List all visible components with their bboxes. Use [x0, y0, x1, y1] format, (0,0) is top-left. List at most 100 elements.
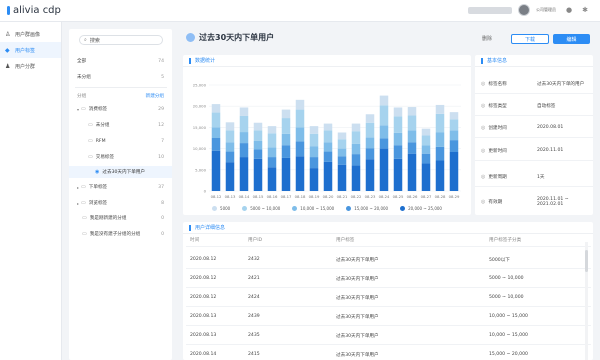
bar-segment[interactable] — [435, 113, 445, 133]
bar-segment[interactable] — [351, 123, 361, 132]
tree-node[interactable]: ▸ ▭ 浏览标签 8 — [69, 197, 172, 209]
bar-segment[interactable] — [351, 131, 361, 144]
bar-segment[interactable] — [351, 154, 361, 166]
bar-segment[interactable] — [281, 109, 291, 119]
bar-segment[interactable] — [393, 116, 403, 133]
bar-segment[interactable] — [295, 127, 305, 142]
column-header[interactable]: 用户标签 — [336, 237, 354, 243]
bar-segment[interactable] — [407, 142, 417, 154]
sidebar-item-user-groups[interactable]: ♟ 用户分群 — [0, 58, 61, 74]
bar-segment[interactable] — [393, 158, 403, 191]
bar-segment[interactable] — [407, 153, 417, 191]
bar-segment[interactable] — [421, 145, 431, 154]
bar-segment[interactable] — [351, 165, 361, 191]
settings-icon[interactable]: ✱ — [580, 5, 590, 15]
column-header[interactable]: 时间 — [190, 237, 199, 243]
bar-segment[interactable] — [379, 148, 389, 191]
bar-segment[interactable] — [393, 132, 403, 146]
bar-segment[interactable] — [211, 127, 221, 138]
bar-segment[interactable] — [281, 157, 291, 191]
tree-node[interactable]: ▭ 未分组 12 — [69, 119, 172, 131]
bar-segment[interactable] — [449, 151, 459, 191]
bar-segment[interactable] — [267, 133, 277, 148]
tree-item-all[interactable]: 全部 74 — [69, 55, 172, 67]
bar-segment[interactable] — [225, 122, 235, 131]
tree-node[interactable]: ▾ ▭ 消费标签 29 — [69, 103, 172, 115]
bar-segment[interactable] — [239, 157, 249, 191]
bell-icon[interactable]: ● — [564, 5, 574, 15]
bar-segment[interactable] — [253, 158, 263, 191]
bar-segment[interactable] — [379, 95, 389, 106]
bar-segment[interactable] — [225, 130, 235, 143]
bar-segment[interactable] — [239, 115, 249, 133]
bar-segment[interactable] — [239, 143, 249, 158]
download-button[interactable]: 下载 — [511, 34, 549, 44]
avatar[interactable] — [518, 4, 530, 16]
bar-segment[interactable] — [281, 133, 291, 146]
bar-segment[interactable] — [351, 143, 361, 155]
tree-node[interactable]: ▭ RFM 7 — [69, 135, 172, 147]
bar-segment[interactable] — [379, 125, 389, 139]
bar-segment[interactable] — [407, 130, 417, 143]
legend-item[interactable]: 20,000 ~ 25,000 — [400, 206, 442, 211]
edit-button[interactable]: 编辑 — [553, 34, 590, 44]
bar-segment[interactable] — [267, 167, 277, 191]
bar-segment[interactable] — [449, 130, 459, 141]
bar-segment[interactable] — [253, 130, 263, 141]
bar-segment[interactable] — [295, 109, 305, 128]
bar-segment[interactable] — [309, 133, 319, 147]
bar-segment[interactable] — [337, 132, 347, 140]
legend-item[interactable]: 15,000 ~ 20,000 — [346, 206, 388, 211]
bar-segment[interactable] — [365, 148, 375, 160]
bar-segment[interactable] — [323, 123, 333, 131]
tree-node-selected[interactable]: ◉ 过去30天内下单用户 — [69, 166, 172, 178]
bar-segment[interactable] — [365, 159, 375, 191]
tree-item-ungrouped[interactable]: 未分组 5 — [69, 71, 172, 83]
bar-segment[interactable] — [295, 156, 305, 191]
user-name[interactable]: 公司管理员 — [536, 7, 558, 13]
bar-segment[interactable] — [267, 157, 277, 168]
tree-node[interactable]: ▭ 我是没有建子分组的分组 0 — [69, 228, 172, 240]
tree-node[interactable]: ▭ 我是刚新建的分组 0 — [69, 212, 172, 224]
bar-segment[interactable] — [393, 107, 403, 117]
bar-segment[interactable] — [309, 126, 319, 134]
bar-segment[interactable] — [379, 105, 389, 126]
bar-segment[interactable] — [211, 150, 221, 191]
legend-item[interactable]: 5000 ~ 10,000 — [242, 206, 280, 211]
bar-segment[interactable] — [253, 140, 263, 150]
bar-segment[interactable] — [239, 107, 249, 116]
bar-segment[interactable] — [337, 164, 347, 191]
scrollbar[interactable] — [585, 242, 588, 360]
bar-segment[interactable] — [421, 128, 431, 136]
chevron-right-icon[interactable]: ▸ — [77, 185, 79, 190]
bar-segment[interactable] — [253, 149, 263, 159]
bar-segment[interactable] — [309, 168, 319, 191]
bar-segment[interactable] — [295, 99, 305, 110]
bar-segment[interactable] — [435, 132, 445, 147]
bar-segment[interactable] — [211, 104, 221, 113]
bar-segment[interactable] — [337, 139, 347, 149]
bar-segment[interactable] — [421, 153, 431, 164]
sidebar-item-user-portrait[interactable]: ♙ 用户群画像 — [0, 26, 61, 42]
bar-segment[interactable] — [337, 156, 347, 165]
bar-segment[interactable] — [309, 146, 319, 158]
bar-segment[interactable] — [365, 137, 375, 149]
bar-segment[interactable] — [435, 104, 445, 114]
delete-button[interactable]: 删除 — [482, 35, 492, 42]
search-input[interactable]: ⌕ 搜索 — [79, 35, 163, 45]
bar-segment[interactable] — [407, 115, 417, 131]
bar-segment[interactable] — [225, 151, 235, 163]
bar-segment[interactable] — [449, 112, 459, 120]
tree-node[interactable]: ▭ 交易标签 10 — [69, 151, 172, 163]
bar-segment[interactable] — [379, 138, 389, 149]
bar-segment[interactable] — [323, 161, 333, 191]
sidebar-item-user-tags[interactable]: ◆ 用户标签 — [0, 42, 61, 58]
bar-segment[interactable] — [393, 145, 403, 159]
legend-item[interactable]: 5000 — [212, 206, 230, 211]
bar-segment[interactable] — [323, 130, 333, 143]
bar-segment[interactable] — [295, 141, 305, 157]
bar-segment[interactable] — [225, 162, 235, 191]
bar-segment[interactable] — [365, 114, 375, 123]
bar-segment[interactable] — [421, 135, 431, 146]
bar-segment[interactable] — [211, 138, 221, 151]
